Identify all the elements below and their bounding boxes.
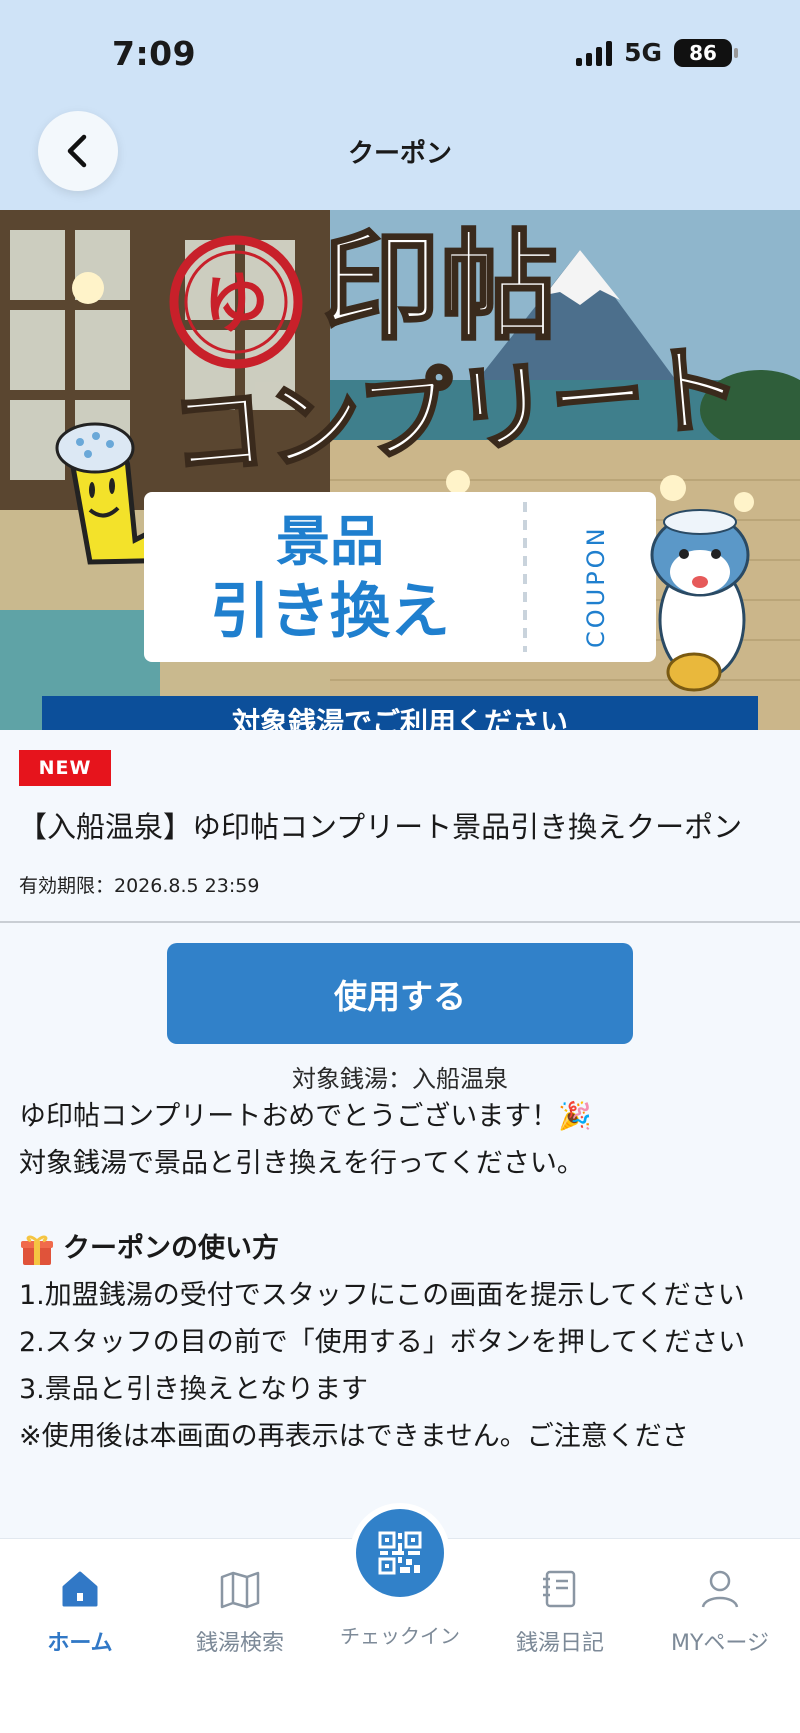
coupon-description: ゆ印帖コンプリートおめでとうございます！🎉 対象銭湯で景品と引き換えを行ってくだ… xyxy=(19,1093,779,1460)
coupon-screen: 7:09 5G 86 クーポン ゆ 印帖 コンプリート 景品 引き換え COUP… xyxy=(0,0,800,1733)
howto-heading-row: クーポンの使い方 xyxy=(19,1225,779,1272)
tab-search[interactable]: 銭湯検索 xyxy=(160,1567,320,1657)
coupon-expiry: 有効期限：2026.8.5 23:59 xyxy=(19,875,260,897)
tab-checkin-label[interactable]: チェックイン xyxy=(320,1620,480,1649)
ticket-line2: 引き換え xyxy=(210,577,450,647)
tab-mypage[interactable]: MYページ xyxy=(640,1567,800,1657)
network-label: 5G xyxy=(624,38,662,67)
status-time: 7:09 xyxy=(112,34,197,73)
map-icon xyxy=(220,1571,260,1609)
user-icon xyxy=(701,1570,739,1608)
howto-step-3: 3.景品と引き換えとなります xyxy=(19,1374,368,1405)
battery-icon: 86 xyxy=(674,38,738,67)
home-icon xyxy=(62,1571,98,1607)
howto-heading: クーポンの使い方 xyxy=(63,1233,279,1264)
status-icons: 5G 86 xyxy=(576,38,738,67)
signal-icon xyxy=(576,40,613,66)
target-bathhouse: 対象銭湯：入船温泉 xyxy=(292,1065,508,1093)
description-line1: ゆ印帖コンプリートおめでとうございます！🎉 xyxy=(19,1101,592,1132)
page-title: クーポン xyxy=(347,139,452,169)
tab-diary-label: 銭湯日記 xyxy=(515,1631,604,1656)
top-area: 7:09 5G 86 クーポン xyxy=(0,0,800,210)
divider xyxy=(0,921,800,923)
howto-step-2: 2.スタッフの目の前で「使用する」ボタンを押してください xyxy=(19,1327,746,1358)
banner-headline: 印帖 xyxy=(322,218,558,356)
ticket-line1: 景品 xyxy=(276,510,384,573)
coupon-banner: ゆ 印帖 コンプリート 景品 引き換え COUPON 対象銭湯でご利用ください xyxy=(0,210,800,730)
tab-search-label: 銭湯検索 xyxy=(195,1631,284,1656)
usage-note: ※使用後は本画面の再表示はできません。ご注意くださ xyxy=(19,1421,689,1452)
description-line2: 対象銭湯で景品と引き換えを行ってください。 xyxy=(19,1148,584,1179)
coupon-title: 【入船温泉】ゆ印帖コンプリート景品引き換えクーポン xyxy=(18,810,743,844)
qr-code-icon xyxy=(378,1531,422,1575)
banner-seal-char: ゆ xyxy=(203,265,269,342)
checkin-button[interactable] xyxy=(350,1503,450,1603)
notebook-icon xyxy=(543,1570,576,1608)
gift-icon xyxy=(21,1234,53,1265)
howto-step-1: 1.加盟銭湯の受付でスタッフにこの画面を提示してください xyxy=(19,1280,745,1311)
tab-home[interactable]: ホーム xyxy=(0,1567,160,1657)
ticket-coupon-label: COUPON xyxy=(582,525,610,648)
tab-diary[interactable]: 銭湯日記 xyxy=(480,1567,640,1657)
use-coupon-button[interactable]: 使用する xyxy=(167,943,633,1044)
tab-home-label: ホーム xyxy=(47,1631,113,1656)
new-badge: NEW xyxy=(19,750,111,786)
tab-mypage-label: MYページ xyxy=(671,1631,769,1656)
banner-strip-text: 対象銭湯でご利用ください xyxy=(232,706,568,730)
